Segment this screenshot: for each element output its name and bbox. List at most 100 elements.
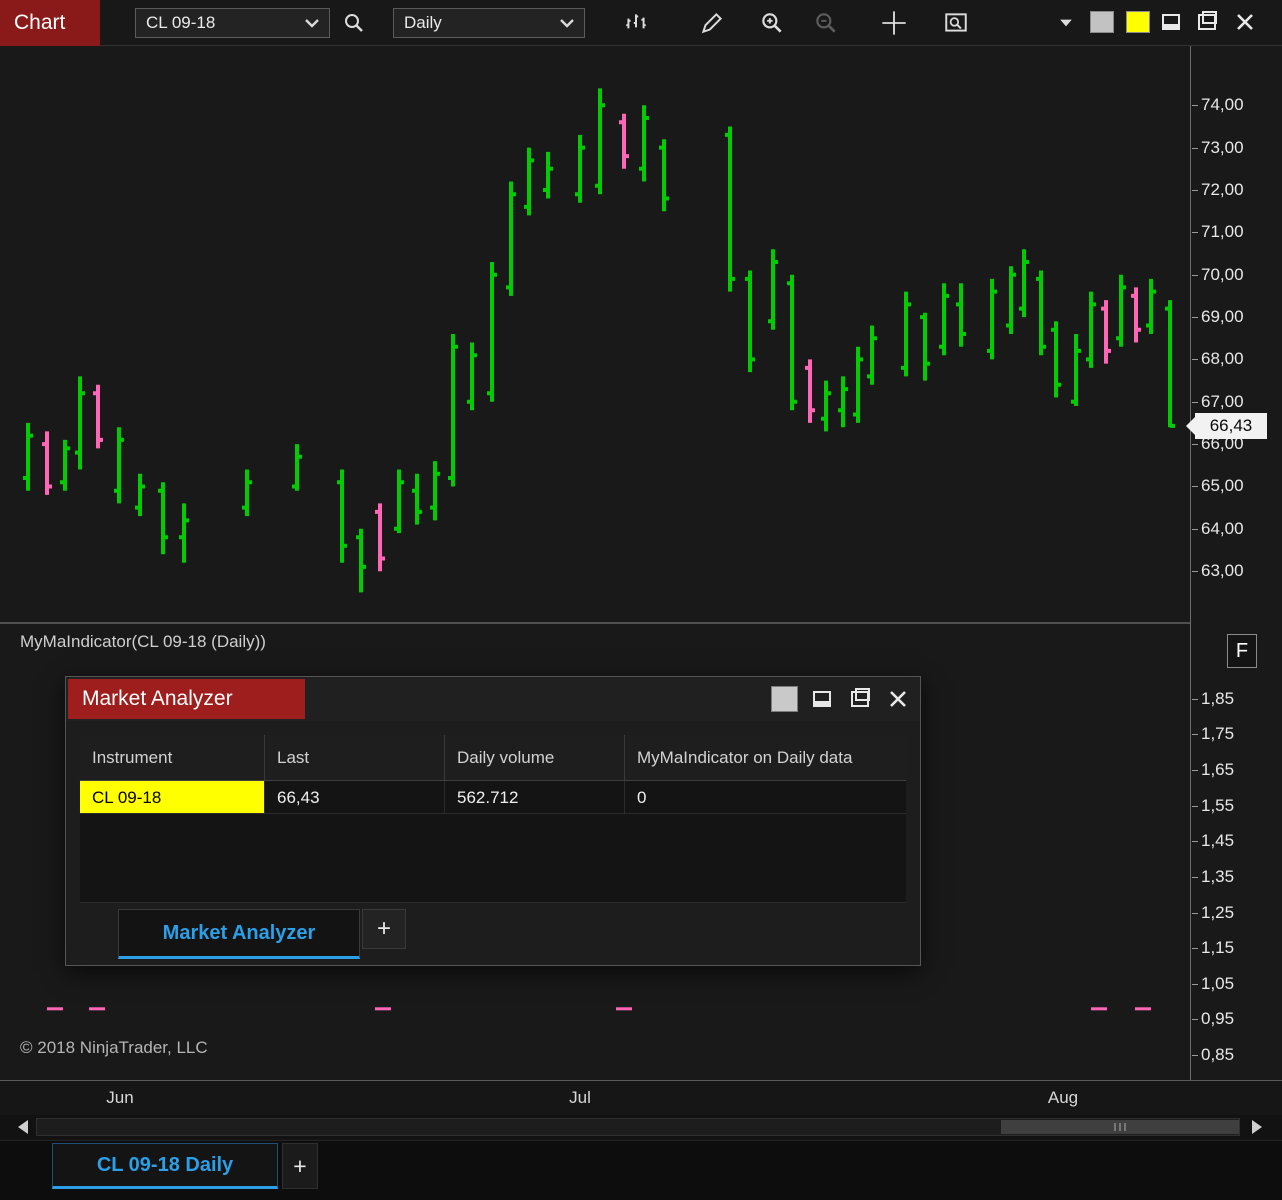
cell-last: 66,43: [265, 781, 445, 813]
maximize-icon: [1198, 11, 1217, 30]
price-axis-label: 73,00: [1192, 137, 1244, 157]
scrollbar-track[interactable]: [36, 1118, 1240, 1136]
ohlc-bar: [60, 439, 70, 491]
table-header-row: Instrument Last Daily volume MyMaIndicat…: [80, 735, 906, 781]
ohlc-bar: [821, 380, 831, 432]
column-header-indicator[interactable]: MyMaIndicator on Daily data: [625, 735, 906, 780]
close-icon: [1237, 14, 1253, 30]
price-axis-label: 69,00: [1192, 307, 1244, 327]
indicator-axis-label: 1,15: [1191, 938, 1235, 958]
ohlc-bar: [75, 376, 85, 470]
ohlc-bar: [356, 528, 366, 593]
indicator-label: MyMaIndicator(CL 09-18 (Daily)): [20, 632, 266, 651]
ohlc-bar: [524, 147, 534, 216]
ma-maximize-button[interactable]: [846, 686, 873, 712]
price-axis-label: 70,00: [1192, 264, 1244, 284]
ohlc-bar: [853, 346, 863, 423]
instrument-link-box[interactable]: [1090, 11, 1114, 33]
price-axis-label: 68,00: [1192, 349, 1244, 369]
ohlc-bar: [1131, 287, 1141, 343]
price-chart-panel[interactable]: [0, 46, 1190, 622]
instrument-selector[interactable]: CL 09-18: [135, 8, 330, 38]
close-button[interactable]: [1232, 9, 1258, 35]
bottom-tab-bar: CL 09-18 Daily +: [0, 1140, 1282, 1200]
draw-icon: [701, 12, 723, 34]
ohlc-bar: [506, 181, 516, 296]
ohlc-bar: [639, 105, 649, 182]
ohlc-bar: [430, 461, 440, 521]
scroll-right-arrow[interactable]: [1252, 1120, 1262, 1134]
ma-close-button[interactable]: [884, 686, 911, 712]
column-header-last[interactable]: Last: [265, 735, 445, 780]
ohlc-bar: [575, 134, 585, 203]
crosshair-button[interactable]: [880, 9, 908, 37]
ohlc-bar: [158, 482, 168, 555]
add-tab-button[interactable]: +: [282, 1143, 318, 1189]
data-box-button[interactable]: [942, 9, 970, 37]
ohlc-bar: [467, 342, 477, 411]
ohlc-bar: [1101, 300, 1111, 364]
table-row[interactable]: CL 09-18 66,43 562.712 0: [80, 781, 906, 814]
ohlc-bar: [179, 503, 189, 563]
fixed-scale-button[interactable]: F: [1227, 634, 1257, 668]
toolbar: Chart CL 09-18 Daily: [0, 0, 1282, 46]
chevron-down-icon: [305, 19, 319, 28]
column-header-instrument[interactable]: Instrument: [80, 735, 265, 780]
ohlc-bar: [487, 262, 497, 402]
ohlc-bar: [725, 126, 735, 292]
ohlc-bar: [768, 249, 778, 330]
window-title: Chart: [0, 0, 100, 46]
zoom-out-icon: [816, 13, 836, 33]
ohlc-bar: [114, 427, 124, 504]
scroll-left-arrow[interactable]: [18, 1120, 28, 1134]
interval-link-box[interactable]: [1126, 11, 1150, 33]
last-price-badge: 66,43: [1186, 412, 1267, 439]
ma-add-tab-button[interactable]: +: [362, 909, 406, 949]
indicator-axis-label: 1,75: [1191, 724, 1235, 744]
interval-selector[interactable]: Daily: [393, 8, 585, 38]
ohlc-bar: [42, 431, 52, 495]
close-icon: [889, 691, 906, 707]
ohlc-bar: [375, 503, 385, 572]
market-analyzer-title: Market Analyzer: [68, 679, 305, 719]
time-axis[interactable]: Jun Jul Aug: [0, 1080, 1282, 1114]
ohlc-bar: [1071, 334, 1081, 406]
market-analyzer-titlebar[interactable]: Market Analyzer: [66, 677, 920, 721]
minimize-button[interactable]: [1158, 9, 1184, 35]
zoom-out-button[interactable]: [812, 9, 840, 37]
ma-link-box[interactable]: [771, 686, 798, 712]
ohlc-bar: [939, 283, 949, 356]
chart-style-button[interactable]: [622, 9, 650, 37]
maximize-button[interactable]: [1194, 9, 1220, 35]
instrument-search-button[interactable]: [340, 9, 368, 37]
market-analyzer-tab[interactable]: Market Analyzer: [118, 909, 360, 959]
ohlc-bar: [394, 469, 404, 534]
price-axis[interactable]: 74,00 73,00 72,00 71,00 70,00 69,00 68,00 67,00…: [1186, 46, 1282, 1080]
indicator-axis-label: 1,45: [1191, 831, 1235, 851]
maximize-icon: [850, 688, 870, 707]
price-axis-label: 74,00: [1192, 95, 1244, 115]
drawing-tools-button[interactable]: [698, 9, 726, 37]
column-header-daily-volume[interactable]: Daily volume: [445, 735, 625, 780]
scrollbar-thumb[interactable]: [1001, 1120, 1239, 1134]
ohlc-bar: [448, 334, 458, 487]
indicator-axis-label: 1,25: [1191, 902, 1235, 922]
ohlc-bar: [787, 274, 797, 411]
ohlc-bar: [1165, 300, 1175, 428]
ohlc-bar: [1086, 291, 1096, 368]
copyright-text: © 2018 NinjaTrader, LLC: [20, 1038, 208, 1057]
ohlc-bar: [1051, 321, 1061, 398]
zoom-in-button[interactable]: [758, 9, 786, 37]
ohlc-bar: [1116, 274, 1126, 347]
ohlc-bar: [619, 113, 629, 169]
tab-cl-09-18-daily[interactable]: CL 09-18 Daily: [52, 1143, 278, 1189]
search-icon: [345, 14, 363, 32]
chart-window: Chart CL 09-18 Daily MyMaIndicator(CL 09…: [0, 0, 1282, 1200]
month-label: Jun: [106, 1088, 134, 1107]
ohlc-bar: [867, 325, 877, 385]
more-options-button[interactable]: [1052, 9, 1080, 37]
cell-instrument[interactable]: CL 09-18: [80, 781, 265, 813]
price-axis-label: 63,00: [1192, 561, 1244, 581]
ma-minimize-button[interactable]: [808, 686, 835, 712]
panel-separator[interactable]: [0, 622, 1282, 624]
